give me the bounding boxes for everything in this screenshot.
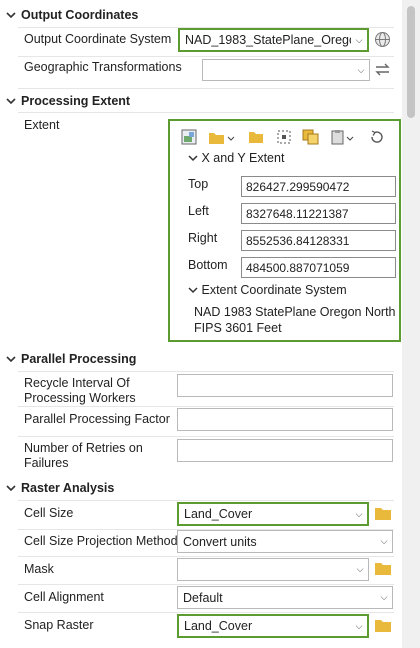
dropdown-value: Land_Cover <box>184 507 253 521</box>
open-layer-icon[interactable] <box>208 129 236 145</box>
divider <box>18 556 394 557</box>
cell-size-projection-method-label: Cell Size Projection Method <box>24 534 178 548</box>
swap-icon[interactable] <box>374 61 391 78</box>
chevron-down-icon <box>188 151 198 165</box>
snap-raster-label: Snap Raster <box>24 618 94 632</box>
extent-coordinate-system-header[interactable]: Extent Coordinate System <box>188 283 347 297</box>
mask-label: Mask <box>24 562 54 576</box>
chevron-down-icon: ⌵ <box>380 536 388 546</box>
chevron-down-icon: ⌵ <box>355 34 363 45</box>
cell-size-dropdown[interactable]: Land_Cover ⌵ <box>177 502 369 526</box>
divider <box>18 88 394 89</box>
divider <box>18 371 394 372</box>
right-input[interactable]: 8552536.84128331 <box>241 230 396 251</box>
reset-icon[interactable] <box>368 129 386 145</box>
recycle-interval-input[interactable] <box>177 374 393 397</box>
bottom-label: Bottom <box>188 258 228 272</box>
retries-label-line-1: Number of Retries on <box>24 441 143 455</box>
extent-panel: X and Y Extent Top 826427.299590472 Left… <box>168 119 401 342</box>
retries-label-line-2: Failures <box>24 456 69 470</box>
section-title: Output Coordinates <box>21 8 139 22</box>
section-output-coordinates[interactable]: Output Coordinates <box>0 5 138 25</box>
extent-coordinate-system-title: Extent Coordinate System <box>201 283 347 297</box>
browse-folder-icon[interactable] <box>374 619 392 633</box>
chevron-down-icon <box>6 94 16 108</box>
parallel-processing-factor-input[interactable] <box>177 408 393 431</box>
cell-size-label: Cell Size <box>24 506 74 520</box>
section-title: Processing Extent <box>21 94 131 108</box>
recycle-label-line-2: Processing Workers <box>24 391 136 405</box>
section-title: Parallel Processing <box>21 352 137 366</box>
browse-folder-icon[interactable] <box>374 507 392 521</box>
dropdown-value: NAD_1983_StatePlane_Oregon_ <box>185 33 351 47</box>
section-raster-analysis[interactable]: Raster Analysis <box>0 478 114 498</box>
vertical-scrollbar[interactable] <box>402 0 420 648</box>
paste-icon[interactable] <box>330 129 356 145</box>
chevron-down-icon: ⌵ <box>356 564 364 574</box>
output-coordinate-system-label: Output Coordinate System <box>24 32 172 46</box>
snap-raster-dropdown[interactable]: Land_Cover ⌵ <box>177 614 369 638</box>
output-coordinate-system-dropdown[interactable]: NAD_1983_StatePlane_Oregon_ ⌵ <box>178 28 369 52</box>
ecs-line-1: NAD 1983 StatePlane Oregon North <box>194 305 396 319</box>
right-label: Right <box>188 231 218 245</box>
extent-label: Extent <box>24 118 60 132</box>
section-parallel-processing[interactable]: Parallel Processing <box>0 349 136 369</box>
copy-extent-icon[interactable] <box>302 129 320 145</box>
dropdown-value: Default <box>183 590 223 605</box>
top-label: Top <box>188 177 209 191</box>
chevron-down-icon <box>6 352 16 366</box>
left-input[interactable]: 8327648.11221387 <box>241 203 396 224</box>
chevron-down-icon: ⌵ <box>357 64 365 75</box>
chevron-down-icon: ⌵ <box>355 620 363 631</box>
left-label: Left <box>188 204 209 218</box>
bottom-input[interactable]: 484500.887071059 <box>241 257 396 278</box>
parallel-processing-factor-label: Parallel Processing Factor <box>24 412 170 426</box>
divider <box>18 612 394 613</box>
divider <box>18 112 394 113</box>
dropdown-value: Convert units <box>183 534 257 549</box>
divider <box>18 584 394 585</box>
chevron-down-icon: ⌵ <box>380 592 388 602</box>
chevron-down-icon: ⌵ <box>355 508 363 519</box>
geographic-transformations-dropdown[interactable]: ⌵ <box>202 59 370 81</box>
xy-extent-header[interactable]: X and Y Extent <box>188 151 284 165</box>
recycle-interval-label: Recycle Interval Of Processing Workers <box>24 376 136 406</box>
chevron-down-icon <box>6 481 16 495</box>
divider <box>18 500 394 501</box>
geographic-transformations-label: Geographic Transformations <box>24 60 182 74</box>
globe-icon[interactable] <box>374 31 391 48</box>
browse-folder-icon[interactable] <box>248 129 264 145</box>
ecs-line-2: FIPS 3601 Feet <box>194 321 282 335</box>
section-processing-extent[interactable]: Processing Extent <box>0 91 130 111</box>
cell-alignment-dropdown[interactable]: Default ⌵ <box>177 586 393 609</box>
dropdown-value: Land_Cover <box>184 619 253 633</box>
divider <box>18 406 394 407</box>
mask-dropdown[interactable]: ⌵ <box>177 558 369 581</box>
browse-folder-icon[interactable] <box>374 562 392 576</box>
cell-size-projection-method-dropdown[interactable]: Convert units ⌵ <box>177 530 393 553</box>
divider <box>18 436 394 437</box>
section-title: Raster Analysis <box>21 481 115 495</box>
chevron-down-icon <box>188 283 198 297</box>
layer-extent-icon[interactable] <box>181 129 197 145</box>
top-input[interactable]: 826427.299590472 <box>241 176 396 197</box>
scrollbar-thumb[interactable] <box>407 6 415 118</box>
chevron-down-icon <box>6 8 16 22</box>
number-of-retries-input[interactable] <box>177 439 393 462</box>
cell-alignment-label: Cell Alignment <box>24 590 104 604</box>
number-of-retries-label: Number of Retries on Failures <box>24 441 143 471</box>
recycle-label-line-1: Recycle Interval Of <box>24 376 130 390</box>
divider <box>18 56 394 57</box>
select-extent-icon[interactable] <box>276 129 292 145</box>
extent-coordinate-system-value: NAD 1983 StatePlane Oregon North FIPS 36… <box>194 304 396 336</box>
xy-extent-title: X and Y Extent <box>201 151 285 165</box>
